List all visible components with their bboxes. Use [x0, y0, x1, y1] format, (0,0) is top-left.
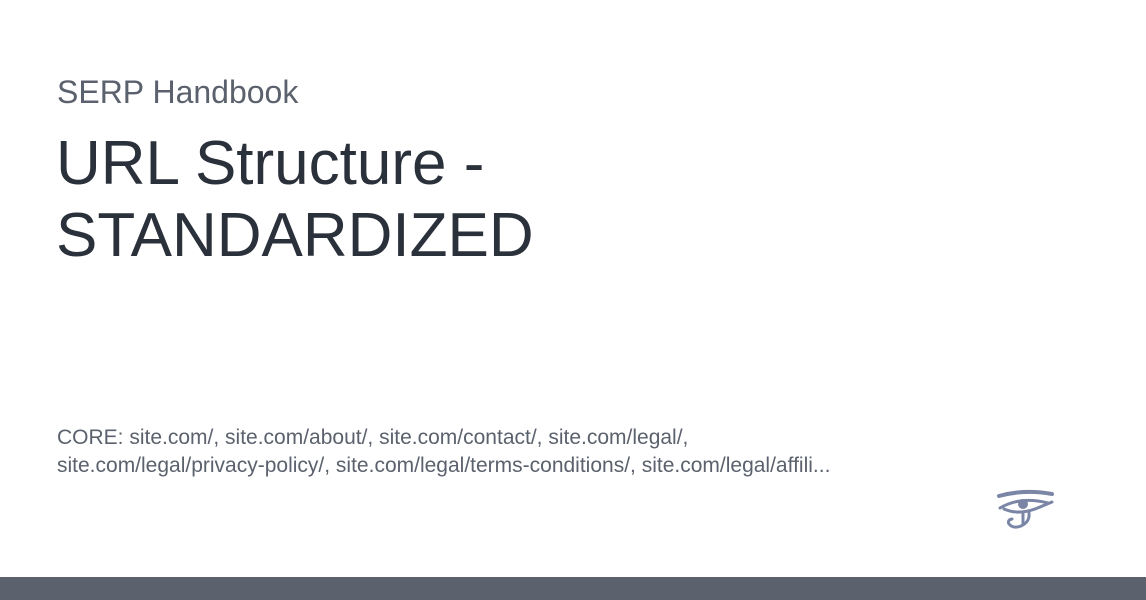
eye-of-horus-icon: [996, 488, 1054, 532]
site-name: SERP Handbook: [57, 74, 299, 110]
page-title: URL Structure - STANDARDIZED: [56, 129, 534, 270]
page-description: CORE: site.com/, site.com/about/, site.c…: [57, 426, 831, 477]
logo-svg: [997, 489, 1054, 529]
social-preview-card: SERP Handbook URL Structure - STANDARDIZ…: [0, 0, 1146, 600]
bottom-bar: [0, 577, 1146, 600]
